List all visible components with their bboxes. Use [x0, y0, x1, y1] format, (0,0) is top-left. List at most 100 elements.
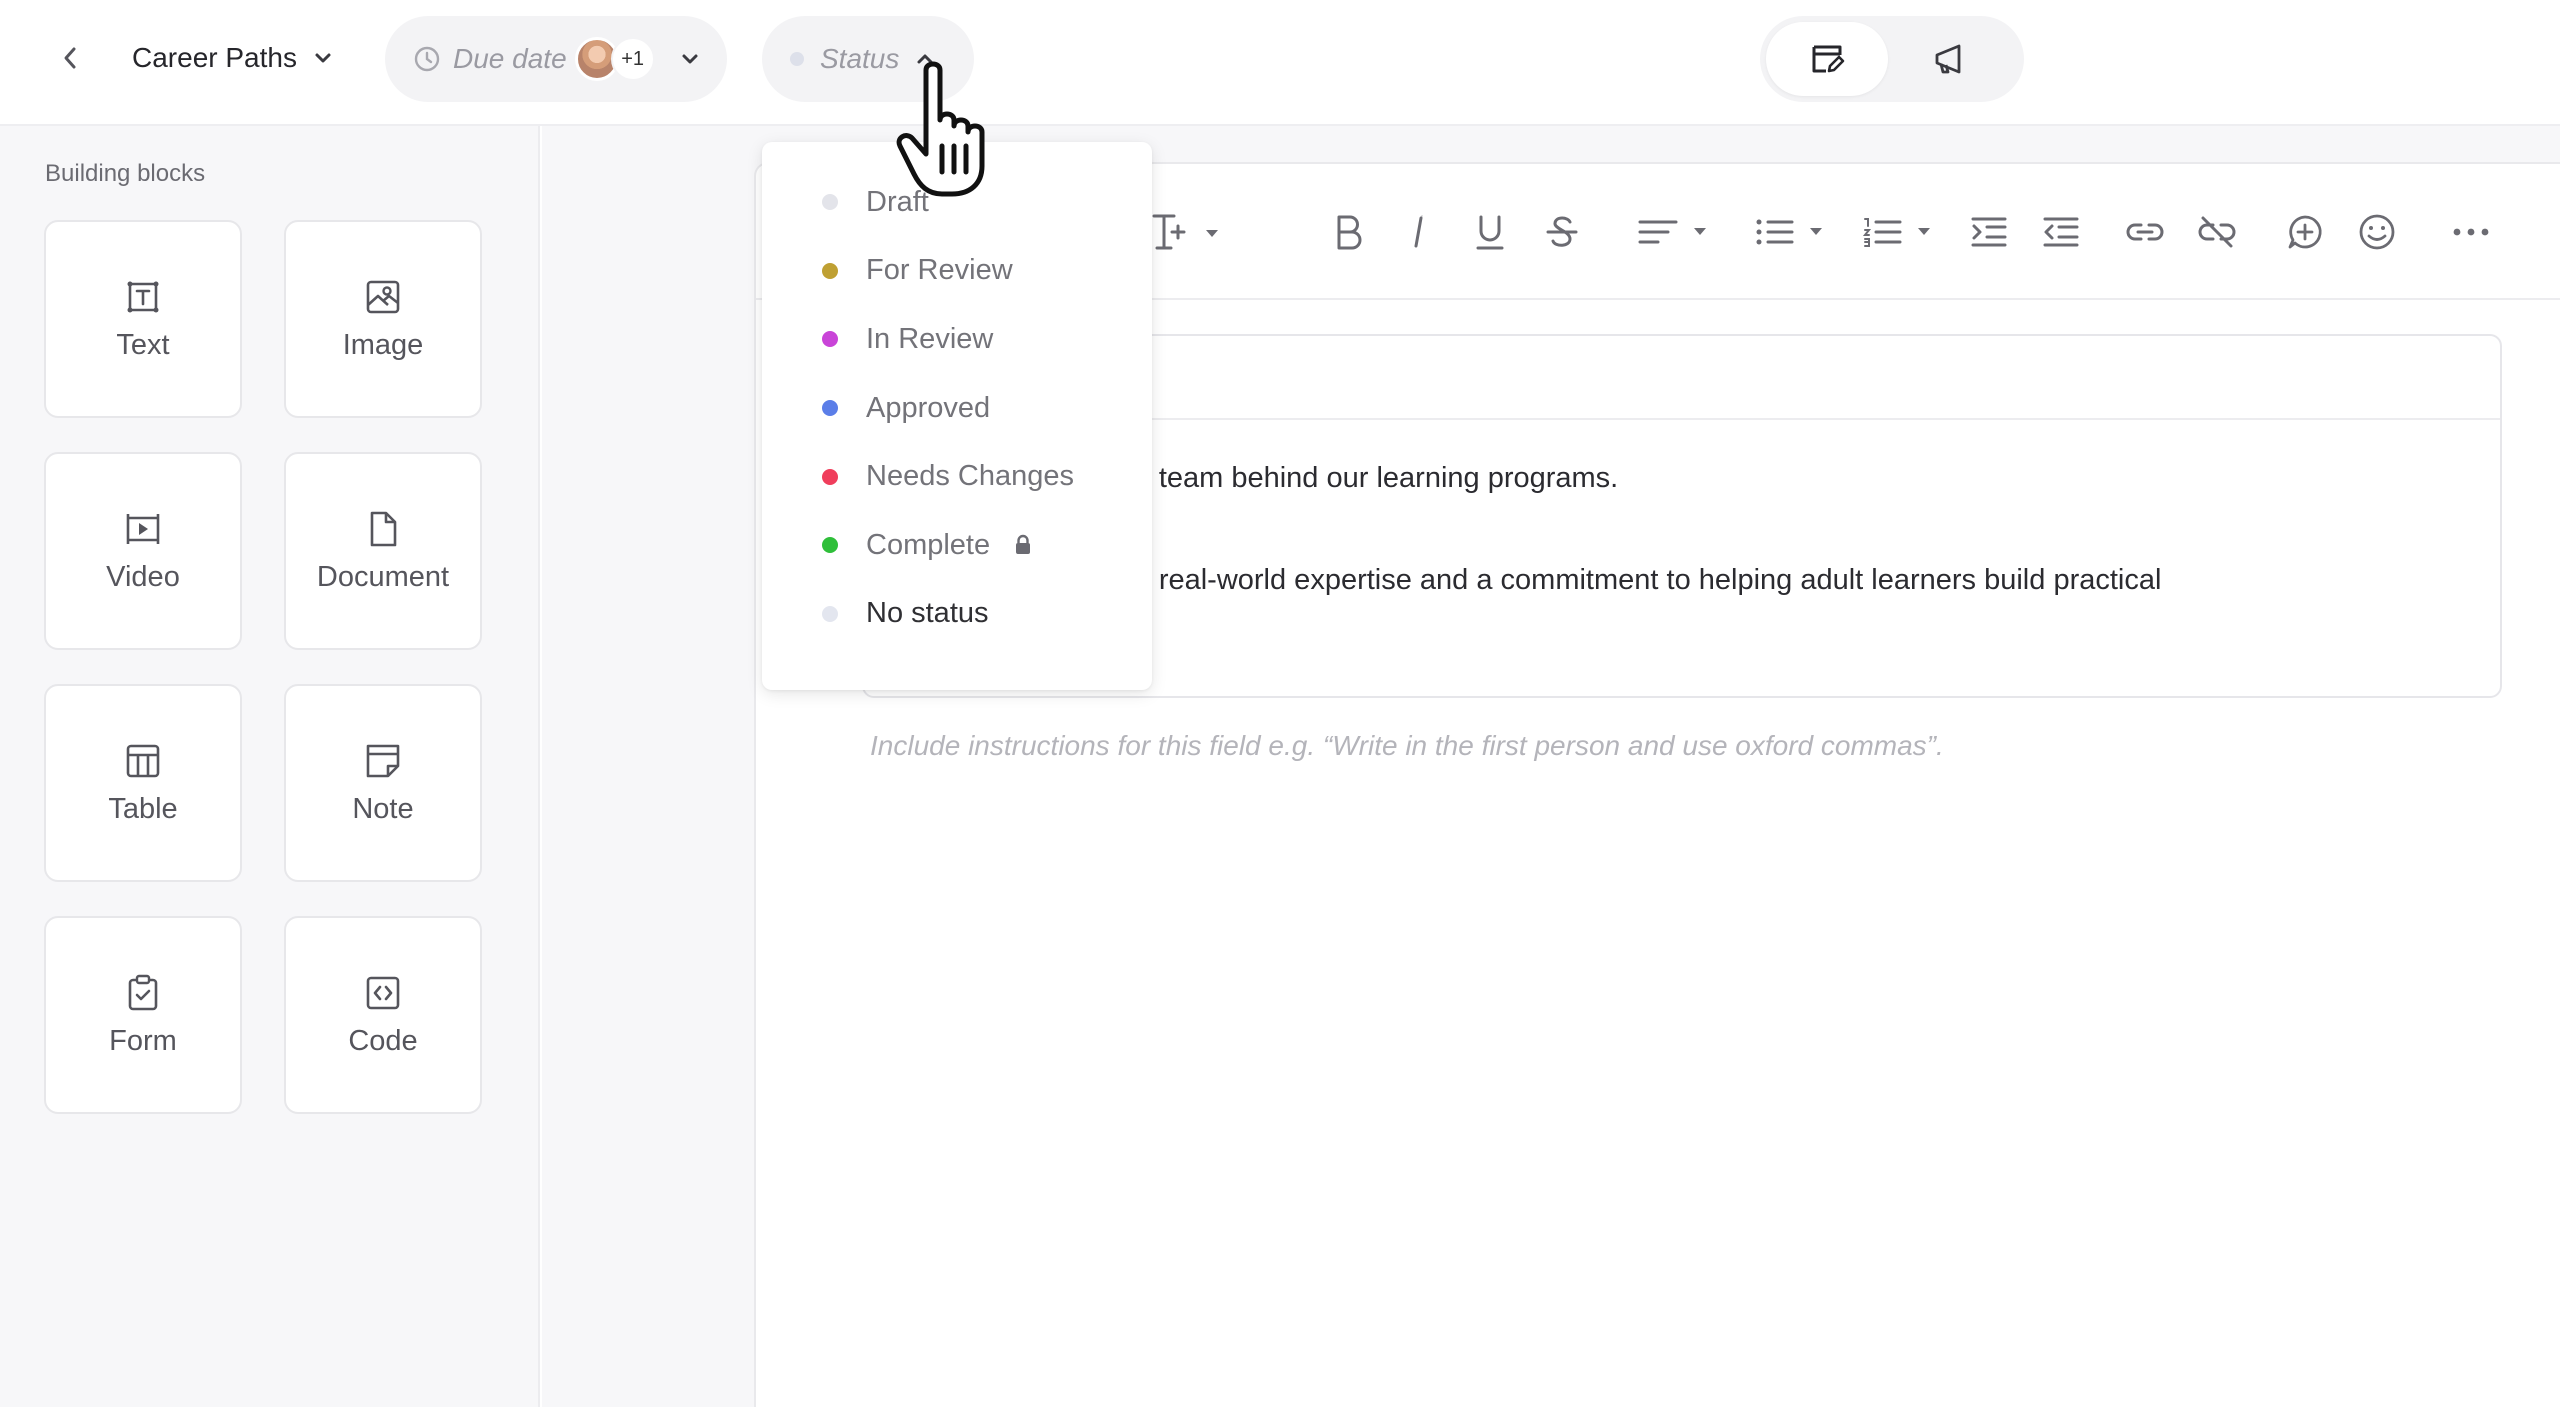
project-name: Career Paths [132, 42, 297, 73]
due-date-label: Due date [453, 43, 567, 74]
status-option-in-review[interactable]: In Review [762, 305, 1152, 374]
lock-icon [1016, 535, 1031, 555]
block-label: Video [106, 560, 180, 593]
megaphone-icon [1935, 44, 1961, 74]
align-left-icon [1638, 220, 1706, 244]
numbered-list-button[interactable] [1860, 208, 1940, 256]
status-dot [790, 52, 804, 66]
status-option-label: In Review [866, 322, 994, 355]
document-block-icon [370, 511, 397, 546]
avatar-extra-count: +1 [610, 37, 655, 81]
field-instructions-input[interactable]: Include instructions for this field e.g.… [870, 730, 1944, 762]
bullet-list-icon [1756, 219, 1822, 245]
underline-button[interactable] [1468, 208, 1512, 256]
form-block-icon [128, 974, 158, 1010]
bold-icon [1337, 215, 1362, 250]
block-document[interactable]: Document [284, 452, 482, 650]
more-options-button[interactable] [2446, 208, 2496, 256]
block-label: Document [316, 560, 450, 593]
video-block-icon [126, 513, 160, 544]
status-option-complete[interactable]: Complete [762, 511, 1152, 580]
unlink-button[interactable] [2192, 208, 2242, 256]
chevron-left-icon [64, 47, 76, 69]
status-dropdown: Draft For Review In Review Approved Need… [762, 142, 1152, 690]
block-image[interactable]: Image [284, 220, 482, 418]
outdent-icon [2043, 217, 2079, 247]
link-button[interactable] [2120, 208, 2170, 256]
indent-icon [1971, 217, 2007, 247]
status-option-approved[interactable]: Approved [762, 374, 1152, 443]
link-icon [2126, 223, 2164, 241]
align-button[interactable] [1634, 208, 1714, 256]
status-dot [822, 468, 838, 485]
bullet-list-button[interactable] [1752, 208, 1832, 256]
clock-icon [414, 46, 440, 72]
block-label: Text [116, 328, 170, 361]
edit-note-icon [1812, 45, 1845, 73]
chevron-down-icon [682, 54, 698, 64]
block-text[interactable]: Text [44, 220, 242, 418]
top-bar: Career Paths Due date +1 Status [0, 0, 2560, 126]
numbered-list-icon [1862, 218, 1930, 247]
unlink-icon [2198, 216, 2236, 248]
image-block-icon [366, 280, 400, 313]
sidebar-title: Building blocks [45, 160, 206, 187]
emoji-button[interactable] [2354, 208, 2400, 256]
more-horizontal-icon [2453, 228, 2489, 236]
status-option-needs-changes[interactable]: Needs Changes [762, 442, 1152, 511]
status-dot [822, 605, 838, 622]
due-date-pill[interactable]: Due date +1 [385, 16, 727, 102]
add-comment-icon [2288, 215, 2322, 249]
italic-button[interactable] [1398, 208, 1438, 256]
project-selector[interactable]: Career Paths [132, 34, 333, 82]
status-option-label: Complete [866, 528, 991, 561]
block-label: Table [108, 792, 178, 825]
block-label: Code [348, 1024, 418, 1057]
text-size-button[interactable] [1148, 208, 1224, 256]
emoji-icon [2359, 214, 2395, 250]
body-line-2: ngs real-world expertise and a commitmen… [1104, 564, 2162, 596]
status-option-label: For Review [866, 254, 1013, 287]
status-dot [822, 400, 838, 417]
text-block-icon [127, 281, 159, 312]
text-size-icon [1152, 214, 1218, 250]
note-block-icon [366, 744, 400, 777]
italic-icon [1414, 215, 1423, 248]
block-label: Image [342, 328, 424, 361]
outdent-button[interactable] [2038, 208, 2084, 256]
hand-pointer-icon [896, 61, 985, 197]
status-dot [822, 194, 838, 211]
blocks-grid: Text Image Video Document Table Note For… [44, 220, 482, 1114]
back-button[interactable] [50, 38, 90, 78]
block-form[interactable]: Form [44, 916, 242, 1114]
indent-button[interactable] [1966, 208, 2012, 256]
status-label: Status [820, 43, 900, 74]
underline-icon [1476, 215, 1504, 250]
block-label: Form [109, 1024, 177, 1057]
status-option-no-status[interactable]: No status [762, 580, 1152, 649]
publish-view-button[interactable] [1888, 22, 2010, 96]
status-dot [822, 331, 838, 348]
bold-button[interactable] [1326, 208, 1370, 256]
strikethrough-button[interactable] [1540, 208, 1584, 256]
status-dot [822, 262, 838, 279]
status-option-label: Approved [866, 391, 991, 424]
status-option-label: No status [866, 597, 989, 630]
strikethrough-icon [1546, 216, 1578, 247]
content-view-button[interactable] [1766, 22, 1888, 96]
table-block-icon [126, 744, 160, 777]
status-option-for-review[interactable]: For Review [762, 237, 1152, 306]
view-toggle [1760, 16, 2024, 102]
chevron-down-icon [315, 53, 331, 63]
status-dot [822, 537, 838, 554]
block-video[interactable]: Video [44, 452, 242, 650]
block-table[interactable]: Table [44, 684, 242, 882]
code-block-icon [366, 976, 400, 1009]
add-comment-button[interactable] [2282, 208, 2328, 256]
block-code[interactable]: Code [284, 916, 482, 1114]
status-option-label: Needs Changes [866, 460, 1074, 493]
body-line-1: ced team behind our learning programs. [1104, 462, 1619, 494]
block-label: Note [352, 792, 414, 825]
block-note[interactable]: Note [284, 684, 482, 882]
building-blocks-sidebar: Building blocks Text Image Video Documen… [0, 126, 540, 1407]
